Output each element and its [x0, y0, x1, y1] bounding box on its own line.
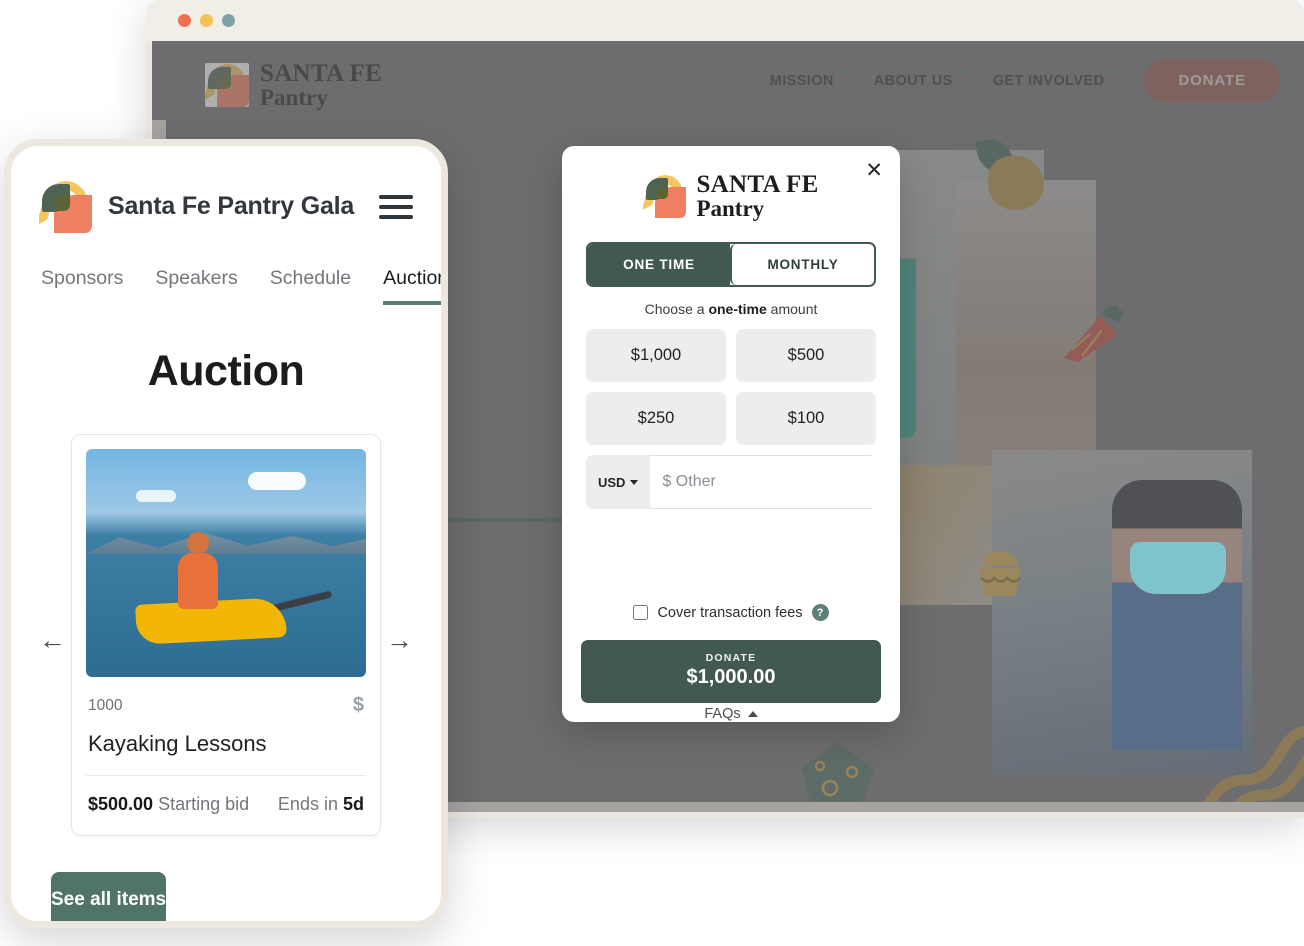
choose-suffix: amount	[766, 301, 818, 317]
window-minimize-dot[interactable]	[200, 14, 213, 27]
auction-item-price: $500.00	[88, 794, 154, 814]
auction-heading: Auction	[147, 347, 305, 395]
amount-grid: $1,000 $500 $250 $100	[586, 329, 876, 445]
modal-logo-line1: SANTA FE	[696, 171, 819, 198]
modal-logo-wordmark: SANTA FE Pantry	[696, 172, 818, 220]
nav-item-about-us-label: ABOUT US	[873, 72, 953, 89]
frequency-toggle: ONE TIME MONTHLY	[586, 242, 876, 287]
window-maximize-dot[interactable]	[222, 14, 235, 27]
chevron-down-icon	[958, 78, 967, 83]
modal-logo-line2: Pantry	[696, 196, 765, 221]
modal-donate-button[interactable]: DONATE $1,000.00	[581, 640, 881, 703]
site-logo-line1: SANTA FE	[260, 60, 383, 87]
auction-item-name: Kayaking Lessons	[88, 731, 267, 756]
auction-item-ends-value: 5d	[342, 794, 364, 814]
faqs-label: FAQs	[704, 706, 741, 722]
question-mark-icon[interactable]: ?	[811, 604, 829, 621]
choose-bold: one-time	[708, 301, 767, 317]
modal-logo: SANTA FE Pantry	[586, 172, 876, 220]
amount-option-2[interactable]: $500	[736, 329, 876, 382]
nav-item-get-involved[interactable]: GET INVOLVED	[993, 73, 1119, 89]
cover-fees-checkbox[interactable]	[633, 605, 649, 620]
auction-item-ends-label: Ends in	[277, 794, 338, 814]
site-logo-line2: Pantry	[260, 85, 328, 110]
event-page-card: Santa Fe Pantry Gala Sponsors Speakers S…	[4, 139, 448, 928]
chevron-down-icon	[1110, 78, 1119, 83]
choose-amount-label: Choose a one-time amount	[586, 301, 876, 317]
other-amount-row: USD	[586, 455, 876, 509]
other-amount-input[interactable]	[650, 455, 876, 509]
amount-option-1[interactable]: $1,000	[586, 329, 726, 382]
cover-fees-label: Cover transaction fees	[657, 604, 803, 621]
auction-carousel: ← → 1000 $ Kayaking Lessons $500.00 Star…	[11, 434, 441, 836]
tab-sponsors[interactable]: Sponsors	[41, 267, 123, 305]
muffin-doodle-icon	[979, 551, 1021, 596]
tab-schedule[interactable]: Schedule	[270, 267, 351, 305]
tab-auction[interactable]: Auction	[383, 267, 441, 305]
amount-option-3[interactable]: $250	[586, 392, 726, 445]
squiggle-doodle-icon	[1195, 725, 1304, 812]
hamburger-icon[interactable]	[379, 194, 413, 219]
event-card-header: Santa Fe Pantry Gala	[11, 146, 441, 233]
carousel-next-button[interactable]: →	[386, 627, 413, 654]
orange-fruit-doodle-icon	[988, 156, 1044, 210]
amount-option-4[interactable]: $100	[736, 392, 876, 445]
nav-item-mission-label: MISSION	[769, 72, 834, 89]
frequency-monthly-button[interactable]: MONTHLY	[730, 244, 874, 285]
site-nav-links: MISSION ABOUT US GET INVOLVED DONATE	[770, 59, 1280, 102]
chevron-up-icon	[747, 711, 758, 717]
cover-fees-row: Cover transaction fees ?	[562, 604, 900, 621]
frequency-one-time-button[interactable]: ONE TIME	[588, 244, 730, 285]
see-all-items-button[interactable]: See all items	[51, 872, 167, 921]
window-close-dot[interactable]	[178, 14, 191, 27]
donate-kicker: DONATE	[705, 652, 757, 664]
tab-speakers[interactable]: Speakers	[155, 267, 237, 305]
auction-item-footer: $500.00 Starting bid Ends in 5d	[86, 776, 366, 835]
site-logo-wordmark: SANTA FE Pantry	[260, 61, 382, 109]
nav-item-about-us[interactable]: ABOUT US	[874, 73, 967, 89]
donate-amount: $1,000.00	[686, 666, 776, 688]
close-icon[interactable]: ✕	[865, 160, 883, 181]
site-logo[interactable]: SANTA FE Pantry	[205, 61, 382, 109]
auction-item-image	[86, 449, 366, 677]
chevron-down-icon	[630, 479, 639, 485]
auction-item-meta: 1000 $	[86, 677, 366, 717]
screenshot-stage: SANTA FE Pantry MISSION ABOUT US GET INV…	[0, 0, 1304, 946]
nav-item-mission[interactable]: MISSION	[770, 73, 848, 89]
event-title: Santa Fe Pantry Gala	[108, 192, 355, 220]
faqs-toggle[interactable]: FAQs	[562, 706, 900, 722]
choose-prefix: Choose a	[644, 301, 709, 317]
browser-title-bar	[146, 0, 1304, 41]
currency-select[interactable]: USD	[586, 455, 651, 509]
santa-fe-pantry-logo-icon	[205, 63, 249, 107]
donation-modal: ✕ SANTA FE Pantry ONE TIME MONTHLY Choos…	[562, 146, 900, 722]
auction-item-number: 1000	[88, 696, 123, 714]
chevron-down-icon	[839, 78, 848, 83]
auction-item-price-label: Starting bid	[158, 794, 250, 814]
currency-value: USD	[598, 474, 626, 490]
event-tabs: Sponsors Speakers Schedule Auction	[11, 233, 441, 305]
carrot-doodle-icon	[1064, 305, 1124, 362]
santa-fe-pantry-logo-icon	[643, 174, 687, 218]
site-donate-button[interactable]: DONATE	[1144, 59, 1280, 102]
carousel-prev-button[interactable]: ←	[39, 627, 66, 654]
event-logo-icon	[39, 180, 92, 233]
site-header: SANTA FE Pantry MISSION ABOUT US GET INV…	[152, 41, 1304, 120]
auction-item-card[interactable]: 1000 $ Kayaking Lessons $500.00 Starting…	[71, 434, 381, 836]
nav-item-get-involved-label: GET INVOLVED	[992, 72, 1105, 89]
dollar-sign-icon: $	[352, 694, 364, 716]
